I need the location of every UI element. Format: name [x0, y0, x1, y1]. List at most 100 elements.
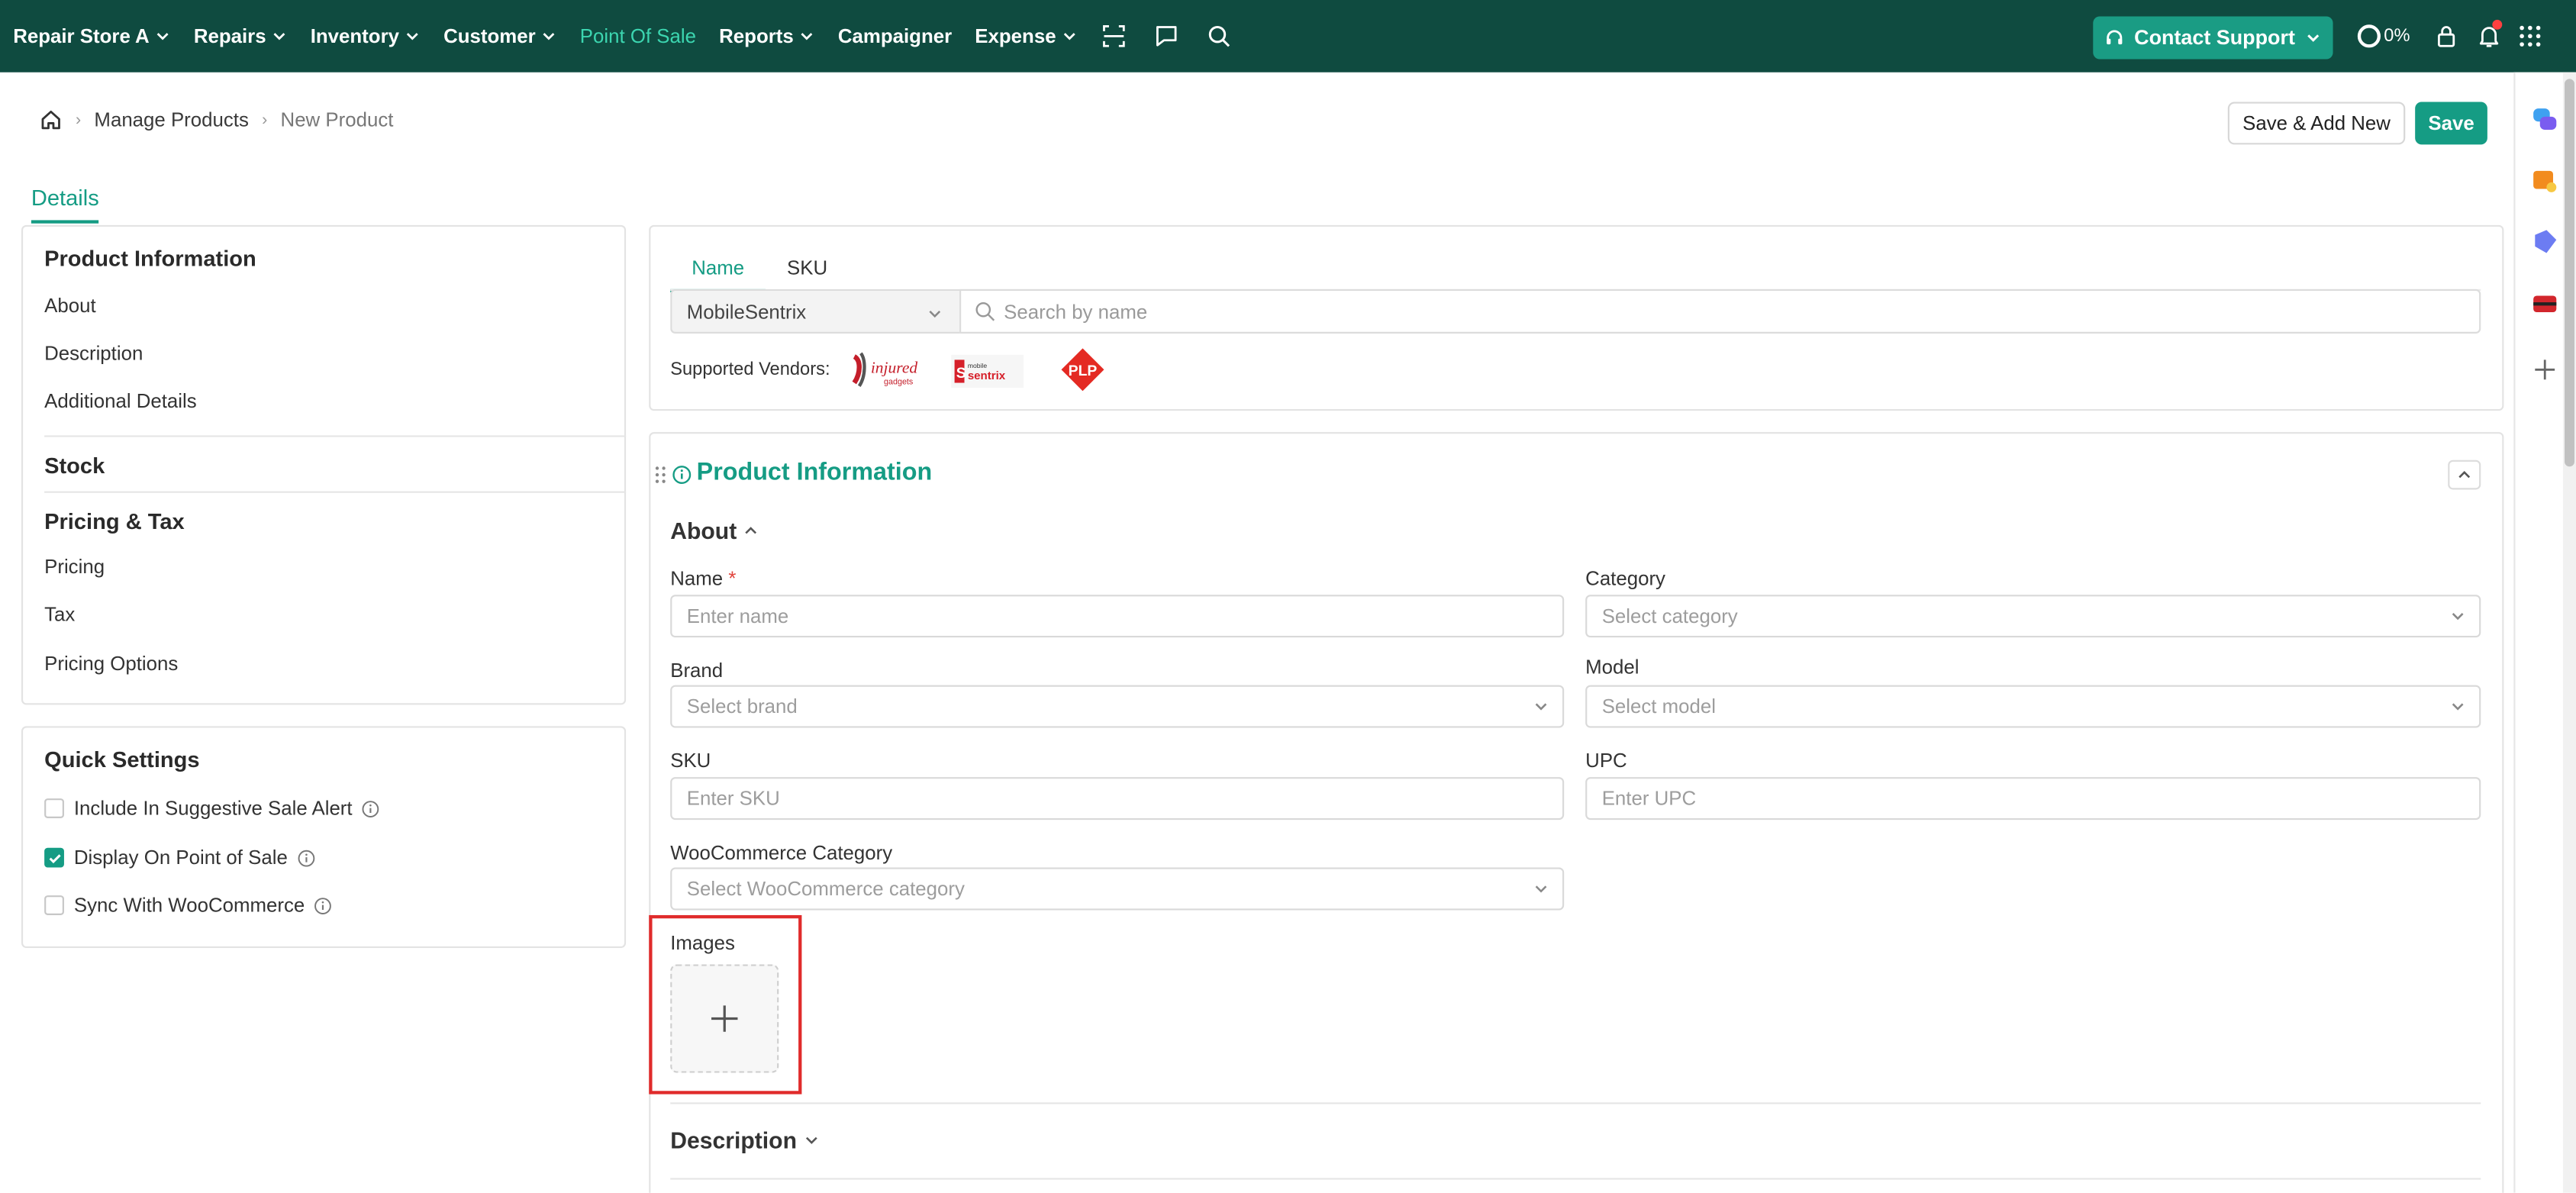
tab-search-by-sku[interactable]: SKU [787, 256, 827, 279]
upc-placeholder: Enter UPC [1601, 787, 1697, 811]
sidebar-item-description[interactable]: Description [44, 342, 143, 365]
svg-text:gadgets: gadgets [884, 378, 913, 387]
nav-reports[interactable]: Reports [719, 24, 815, 47]
chevron-down-icon [805, 1137, 817, 1144]
office-icon[interactable] [2530, 289, 2560, 319]
chevron-down-icon [543, 33, 555, 40]
chat-bubbles-icon[interactable] [2530, 105, 2560, 135]
chevron-up-icon [746, 527, 758, 534]
name-input[interactable]: Enter name [670, 595, 1565, 638]
chevron-right-icon: › [76, 111, 82, 129]
brand-placeholder: Select brand [686, 695, 798, 718]
nav-inventory[interactable]: Inventory [311, 24, 421, 47]
search-icon[interactable] [1205, 23, 1231, 49]
scrollbar-thumb[interactable] [2565, 79, 2574, 467]
nav-point-of-sale-label: Point Of Sale [579, 24, 697, 48]
sync-woocommerce-checkbox[interactable] [44, 895, 64, 915]
sidebar-item-pricing-options[interactable]: Pricing Options [44, 653, 178, 675]
save-button[interactable]: Save [2415, 102, 2487, 145]
tag-icon[interactable] [2530, 227, 2560, 256]
sidebar-stock[interactable]: Stock [44, 453, 105, 478]
svg-text:PLP: PLP [1069, 363, 1098, 379]
name-label-text: Name [670, 566, 724, 590]
divider [670, 1102, 2481, 1104]
collapse-section-button[interactable] [2448, 459, 2481, 490]
category-label: Category [1585, 566, 1665, 590]
add-icon[interactable] [2530, 355, 2560, 385]
woocommerce-category-select[interactable]: Select WooCommerce category [670, 867, 1565, 911]
quick-setting-suggestive-sale[interactable]: Include In Suggestive Sale Alert [44, 797, 380, 820]
search-icon [975, 301, 995, 321]
breadcrumb-manage-products[interactable]: Manage Products [94, 108, 248, 131]
name-label: Name * [670, 567, 736, 590]
category-select[interactable]: Select category [1585, 595, 2481, 638]
info-icon[interactable] [314, 896, 333, 914]
supported-vendors-label: Supported Vendors: [670, 360, 830, 380]
tab-search-by-name[interactable]: Name [670, 256, 766, 293]
chat-icon[interactable] [1153, 23, 1179, 49]
nav-campaigner-label: Campaigner [837, 24, 953, 48]
suggestive-sale-label: Include In Suggestive Sale Alert [73, 796, 353, 821]
tab-details[interactable]: Details [31, 185, 99, 224]
divider [44, 435, 627, 437]
category-placeholder: Select category [1601, 605, 1738, 628]
svg-text:injured: injured [871, 359, 918, 377]
display-pos-checkbox[interactable] [44, 847, 64, 868]
lock-icon[interactable] [2433, 23, 2459, 49]
description-subsection-toggle[interactable]: Description [670, 1127, 820, 1153]
divider [670, 1178, 2481, 1180]
injured-gadgets-logo[interactable]: injured gadgets [844, 347, 920, 392]
checkmark-icon [48, 853, 60, 863]
sku-placeholder: Enter SKU [686, 787, 780, 811]
upc-input[interactable]: Enter UPC [1585, 777, 2481, 821]
chevron-down-icon [406, 33, 418, 40]
quick-setting-sync-woocommerce[interactable]: Sync With WooCommerce [44, 894, 333, 917]
image-upload-button[interactable] [670, 964, 779, 1073]
info-icon[interactable] [298, 849, 316, 867]
chevron-up-icon [2458, 471, 2471, 479]
nav-customer[interactable]: Customer [443, 24, 557, 47]
about-subsection-toggle[interactable]: About [670, 518, 759, 543]
quick-setting-display-pos[interactable]: Display On Point of Sale [44, 846, 315, 869]
sidebar-pricing-tax[interactable]: Pricing & Tax [44, 509, 185, 534]
setup-progress[interactable]: 0% [2357, 24, 2410, 48]
nav-customer-label: Customer [443, 24, 536, 48]
info-icon[interactable] [363, 799, 381, 817]
brand-label: Brand [670, 659, 724, 682]
sidebar-product-information[interactable]: Product Information [44, 247, 256, 271]
scan-icon[interactable] [1101, 23, 1127, 49]
woocommerce-category-label: WooCommerce Category [670, 841, 893, 865]
nav-campaigner[interactable]: Campaigner [838, 24, 952, 47]
nav-point-of-sale[interactable]: Point Of Sale [580, 24, 696, 47]
nav-repairs[interactable]: Repairs [194, 24, 288, 47]
plp-logo[interactable]: PLP [1059, 347, 1105, 392]
model-label: Model [1585, 655, 1639, 679]
vendor-select[interactable]: MobileSentrix [670, 289, 960, 334]
sidebar-item-about[interactable]: About [44, 294, 96, 317]
model-placeholder: Select model [1601, 695, 1717, 718]
sku-input[interactable]: Enter SKU [670, 777, 1565, 821]
sidebar-item-pricing[interactable]: Pricing [44, 556, 105, 579]
shopping-icon[interactable] [2530, 166, 2560, 195]
suggestive-sale-checkbox[interactable] [44, 798, 64, 818]
store-selector[interactable]: Repair Store A [13, 24, 170, 47]
brand-select[interactable]: Select brand [670, 685, 1565, 728]
home-icon[interactable] [40, 108, 63, 131]
sidebar-item-tax[interactable]: Tax [44, 603, 75, 626]
nav-reports-label: Reports [719, 24, 794, 48]
search-input[interactable]: Search by name [959, 289, 2481, 334]
apps-grid-icon[interactable] [2517, 23, 2543, 49]
mobile-sentrix-logo[interactable]: S mobile sentrix [949, 352, 1025, 392]
headset-icon [2107, 30, 2123, 45]
drag-handle-icon[interactable] [654, 465, 667, 485]
save-and-add-new-button[interactable]: Save & Add New [2227, 102, 2406, 145]
chevron-down-icon [2452, 703, 2464, 711]
vendor-select-value: MobileSentrix [686, 299, 807, 323]
contact-support-button[interactable]: Contact Support [2093, 16, 2333, 60]
woocommerce-category-placeholder: Select WooCommerce category [686, 877, 965, 901]
sidebar-item-additional-details[interactable]: Additional Details [44, 389, 197, 412]
section-nav-panel: Product Information About Description Ad… [21, 224, 627, 705]
model-select[interactable]: Select model [1585, 685, 2481, 728]
sync-woocommerce-label: Sync With WooCommerce [73, 893, 305, 917]
nav-expense[interactable]: Expense [975, 24, 1077, 47]
